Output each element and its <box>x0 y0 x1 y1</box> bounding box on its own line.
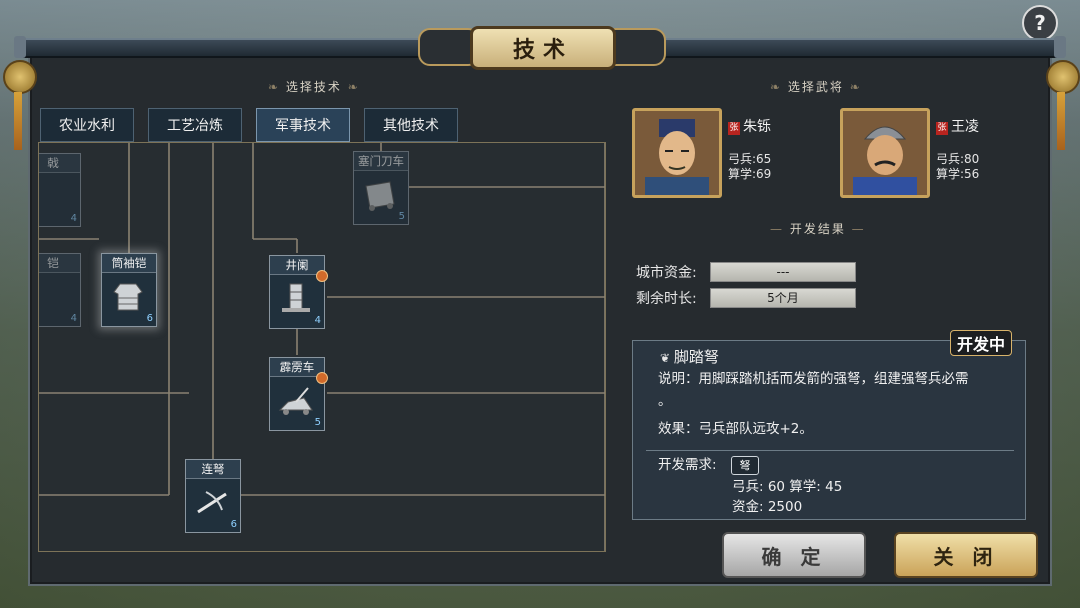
general-face-icon <box>635 111 719 195</box>
general-name-text: 朱铄 <box>743 119 771 135</box>
general-name-1: 张朱铄 <box>728 116 771 136</box>
help-icon: ? <box>1034 11 1046 35</box>
math-stat: 算学:69 <box>728 167 772 181</box>
node-level: 4 <box>70 313 77 324</box>
tech-node-siege-tower[interactable]: 井阑 4 <box>269 255 328 329</box>
general-name-2: 张王凌 <box>936 116 979 136</box>
general-name-text: 王凌 <box>951 119 979 135</box>
tech-node-armor-partial[interactable]: 铠 4 <box>39 253 81 327</box>
result-label: 开发结果 <box>789 222 846 236</box>
tassel-left <box>14 92 22 150</box>
node-level: 5 <box>398 211 405 222</box>
select-general-header: ❧ 选择武将 ❧ <box>770 80 862 94</box>
tech-node-tube-sleeve-armor[interactable]: 筒袖铠 6 <box>101 253 157 327</box>
requirement-funds: 资金: 2500 <box>732 499 803 515</box>
time-label: 剩余时长: <box>636 291 697 307</box>
faction-tag: 张 <box>728 122 740 135</box>
completed-check-icon <box>316 270 328 282</box>
general-stats-1: 弓兵:65 算学:69 <box>728 152 771 182</box>
tech-node-blade-cart[interactable]: 塞门刀车 5 <box>353 151 409 225</box>
tech-name: 脚踏弩 <box>673 348 719 366</box>
tech-title: ❦ 脚踏弩 <box>660 346 719 367</box>
general-face-icon <box>843 111 927 195</box>
node-level: 6 <box>230 519 237 530</box>
wing-icon: ❦ <box>660 351 674 365</box>
window-title: 技术 <box>470 26 616 70</box>
requirement-label: 开发需求: <box>658 457 717 473</box>
confirm-button[interactable]: 确 定 <box>722 532 866 578</box>
requirement-tech-chip[interactable]: 弩 <box>731 456 759 475</box>
tech-node-repeating-crossbow[interactable]: 连弩 6 <box>185 459 241 533</box>
divider <box>646 450 1014 451</box>
general-portrait-1[interactable] <box>632 108 722 198</box>
completed-check-icon <box>316 372 328 384</box>
node-level: 5 <box>314 417 321 428</box>
tab-other[interactable]: 其他技术 <box>364 108 458 142</box>
siege-tower-icon <box>282 283 310 312</box>
tech-tree-connectors <box>39 143 605 551</box>
help-button[interactable]: ? <box>1022 5 1058 41</box>
rod-end-left <box>14 36 26 58</box>
tech-desc-line2: 。 <box>658 393 672 409</box>
tech-node-catapult[interactable]: 霹雳车 5 <box>269 357 328 431</box>
tab-craft[interactable]: 工艺冶炼 <box>148 108 242 142</box>
armor-icon <box>113 283 143 311</box>
general-portrait-2[interactable] <box>840 108 930 198</box>
archer-stat: 弓兵:65 <box>728 152 772 166</box>
rod-end-right <box>1054 36 1066 58</box>
node-level: 6 <box>146 313 153 324</box>
funds-label: 城市资金: <box>636 265 697 281</box>
general-stats-2: 弓兵:80 算学:56 <box>936 152 979 182</box>
status-badge: 开发中 <box>950 330 1013 356</box>
tech-node-halberd[interactable]: 戟 4 <box>39 153 81 227</box>
faction-tag: 张 <box>936 122 948 135</box>
node-level: 4 <box>70 213 77 224</box>
node-label: 筒袖铠 <box>102 254 156 273</box>
crossbow-icon <box>197 491 227 514</box>
node-level: 4 <box>314 315 321 326</box>
requirement-stats: 弓兵: 60 算学: 45 <box>732 479 843 495</box>
tab-agriculture[interactable]: 农业水利 <box>40 108 134 142</box>
catapult-icon <box>278 387 313 415</box>
tech-desc-line1: 说明：用脚踩踏机括而发箭的强弩，组建强弩兵必需 <box>658 371 969 387</box>
node-label: 塞门刀车 <box>354 152 408 171</box>
time-value: 5个月 <box>710 288 856 308</box>
tech-effect: 效果：弓兵部队远攻+2。 <box>658 421 813 437</box>
tab-military[interactable]: 军事技术 <box>256 108 350 142</box>
select-tech-label: 选择技术 <box>285 80 342 94</box>
jade-ornament-right-icon <box>1046 60 1080 94</box>
tech-tree[interactable]: 戟 4 铠 4 筒袖铠 6 塞门刀车 5 井阑 4 霹雳车 5 连弩 6 <box>38 142 606 552</box>
select-general-label: 选择武将 <box>787 80 844 94</box>
node-label: 铠 <box>39 254 80 273</box>
math-stat: 算学:56 <box>936 167 980 181</box>
close-button[interactable]: 关 闭 <box>894 532 1038 578</box>
funds-value: --- <box>710 262 856 282</box>
tassel-right <box>1057 92 1065 150</box>
node-label: 戟 <box>39 154 80 173</box>
result-header: — 开发结果 — <box>770 222 866 236</box>
jade-ornament-left-icon <box>3 60 37 94</box>
archer-stat: 弓兵:80 <box>936 152 980 166</box>
select-tech-header: ❧ 选择技术 ❧ <box>268 80 360 94</box>
blade-cart-icon <box>365 181 395 211</box>
node-label: 连弩 <box>186 460 240 479</box>
